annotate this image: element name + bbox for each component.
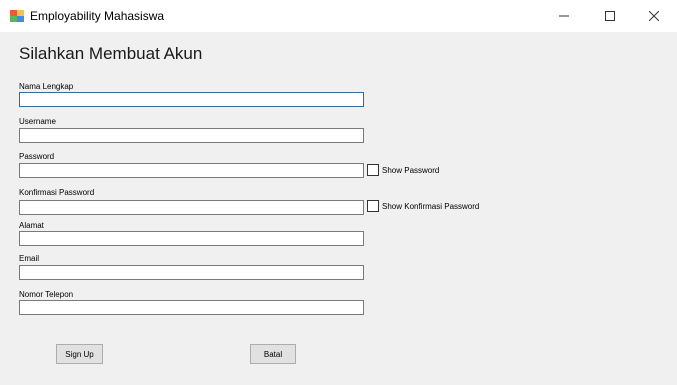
sign-up-button[interactable]: Sign Up (56, 344, 103, 364)
show-konfirmasi-password-checkbox[interactable] (367, 200, 379, 212)
show-konfirmasi-password-label[interactable]: Show Konfirmasi Password (382, 202, 479, 211)
konfirmasi-password-input[interactable] (19, 200, 364, 215)
minimize-button[interactable] (541, 0, 587, 32)
nama-lengkap-input[interactable] (19, 92, 364, 107)
batal-button[interactable]: Batal (250, 344, 296, 364)
konfirmasi-password-label: Konfirmasi Password (19, 188, 95, 197)
nomor-telepon-label: Nomor Telepon (19, 290, 74, 299)
form-panel: Silahkan Membuat Akun Nama Lengkap Usern… (0, 32, 677, 385)
show-password-label[interactable]: Show Password (382, 166, 439, 175)
page-title: Silahkan Membuat Akun (19, 44, 203, 63)
maximize-button[interactable] (587, 0, 633, 32)
app-window-icon (10, 10, 24, 22)
username-label: Username (19, 117, 56, 126)
title-bar: Employability Mahasiswa (0, 0, 677, 32)
email-label: Email (19, 254, 40, 263)
username-input[interactable] (19, 128, 364, 143)
alamat-label: Alamat (19, 221, 44, 230)
alamat-input[interactable] (19, 231, 364, 246)
close-icon (649, 11, 659, 21)
nama-lengkap-label: Nama Lengkap (19, 82, 74, 91)
password-label: Password (19, 152, 55, 161)
nomor-telepon-input[interactable] (19, 300, 364, 315)
maximize-icon (605, 11, 615, 21)
email-input[interactable] (19, 265, 364, 280)
window-title: Employability Mahasiswa (30, 9, 165, 23)
close-button[interactable] (631, 0, 677, 32)
show-password-checkbox[interactable] (367, 164, 379, 176)
password-input[interactable] (19, 163, 364, 178)
minimize-icon (559, 15, 569, 17)
